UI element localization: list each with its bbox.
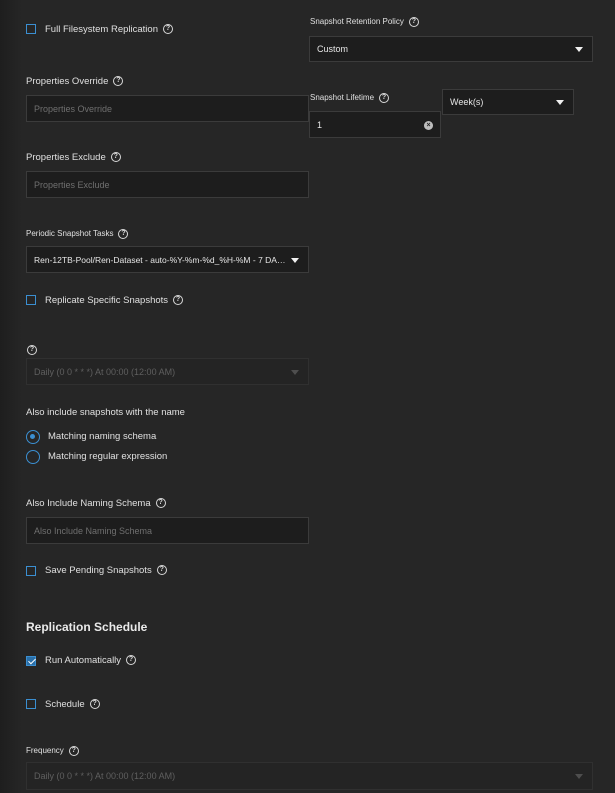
help-icon[interactable]: ? <box>110 152 121 163</box>
section-title: Replication Schedule <box>26 620 148 634</box>
retention-select[interactable]: Custom <box>309 36 593 62</box>
help-icon[interactable]: ? <box>113 76 124 87</box>
properties-override-label: Properties Override? <box>26 76 124 87</box>
radio-regular-expression-label: Matching regular expression <box>48 451 168 462</box>
caret-down-icon <box>575 774 583 779</box>
schedule-help: ? <box>22 341 37 359</box>
help-icon[interactable]: ? <box>379 93 390 103</box>
properties-exclude-input[interactable]: Properties Exclude <box>26 171 309 198</box>
full-filesystem-label: Full Filesystem Replication? <box>45 24 173 35</box>
run-automatically-label: Run Automatically? <box>45 655 137 666</box>
save-pending-label: Save Pending Snapshots? <box>45 565 167 576</box>
schedule-checkbox[interactable] <box>26 699 36 709</box>
specific-schedule-select: Daily (0 0 * * *) At 00:00 (12:00 AM) <box>26 358 309 385</box>
run-automatically-checkbox[interactable] <box>26 656 36 666</box>
help-icon[interactable]: ? <box>27 344 37 355</box>
frequency-select: Daily (0 0 * * *) At 00:00 (12:00 AM) <box>26 762 593 790</box>
help-icon[interactable]: ? <box>156 565 167 576</box>
help-icon[interactable]: ? <box>155 498 166 509</box>
periodic-tasks-label: Periodic Snapshot Tasks? <box>26 229 129 239</box>
schedule-label: Schedule? <box>45 699 100 710</box>
help-icon[interactable]: ? <box>173 295 184 306</box>
properties-override-input[interactable]: Properties Override <box>26 95 309 122</box>
radio-naming-schema[interactable] <box>26 430 40 444</box>
clear-icon[interactable]: × <box>424 120 433 130</box>
radio-regular-expression[interactable] <box>26 450 40 464</box>
snapshot-lifetime-label: Snapshot Lifetime? <box>310 93 390 103</box>
also-include-label: Also include snapshots with the name <box>26 407 185 418</box>
help-icon[interactable]: ? <box>89 699 100 710</box>
caret-down-icon <box>291 257 299 263</box>
save-pending-checkbox[interactable] <box>26 566 36 576</box>
lifetime-unit-select[interactable]: Week(s) <box>442 89 574 115</box>
help-icon[interactable]: ? <box>126 655 137 666</box>
replicate-specific-label: Replicate Specific Snapshots? <box>45 295 184 306</box>
full-filesystem-checkbox[interactable] <box>26 24 36 34</box>
replicate-specific-checkbox[interactable] <box>26 295 36 305</box>
help-icon[interactable]: ? <box>408 17 419 27</box>
retention-label: Snapshot Retention Policy? <box>310 17 419 27</box>
snapshot-lifetime-input[interactable]: 1 × <box>309 111 441 138</box>
naming-schema-label: Also Include Naming Schema? <box>26 498 166 509</box>
left-shadow <box>0 0 22 793</box>
frequency-label: Frequency? <box>26 746 79 756</box>
radio-naming-schema-label: Matching naming schema <box>48 431 157 442</box>
naming-schema-input[interactable]: Also Include Naming Schema <box>26 517 309 544</box>
caret-down-icon <box>291 369 299 375</box>
caret-down-icon <box>556 100 564 105</box>
periodic-tasks-select[interactable]: Ren-12TB-Pool/Ren-Dataset - auto-%Y-%m-%… <box>26 246 309 273</box>
properties-exclude-label: Properties Exclude? <box>26 152 121 163</box>
help-icon[interactable]: ? <box>162 24 173 35</box>
help-icon[interactable]: ? <box>118 229 129 239</box>
help-icon[interactable]: ? <box>68 746 79 756</box>
caret-down-icon <box>575 47 583 52</box>
